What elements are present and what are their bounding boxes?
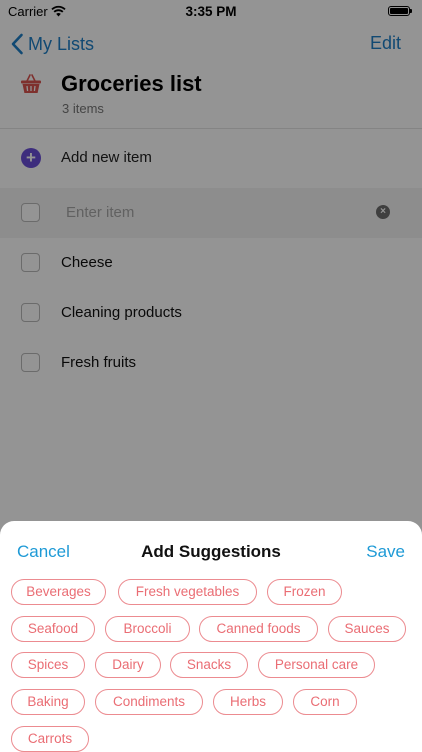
suggestions-sheet: Cancel Add Suggestions Save Beverages Fr… (0, 521, 422, 752)
suggestion-chip[interactable]: Snacks (170, 652, 248, 678)
suggestion-chip[interactable]: Canned foods (199, 616, 318, 642)
suggestion-chip[interactable]: Corn (293, 689, 357, 715)
suggestion-chip[interactable]: Herbs (213, 689, 283, 715)
suggestion-chip[interactable]: Broccoli (105, 616, 190, 642)
suggestion-chip[interactable]: Sauces (328, 616, 406, 642)
suggestion-chip[interactable]: Carrots (11, 726, 89, 752)
screen: Carrier 3:35 PM My Lists Edit Groceries … (0, 0, 422, 752)
save-button[interactable]: Save (366, 542, 405, 562)
suggestion-chip[interactable]: Dairy (95, 652, 161, 678)
suggestion-chip[interactable]: Baking (11, 689, 85, 715)
suggestion-chip[interactable]: Frozen (267, 579, 342, 605)
suggestion-chip[interactable]: Spices (11, 652, 85, 678)
suggestion-chip[interactable]: Fresh vegetables (118, 579, 257, 605)
suggestion-chip[interactable]: Beverages (11, 579, 106, 605)
sheet-title: Add Suggestions (141, 542, 281, 561)
suggestion-chip[interactable]: Personal care (258, 652, 375, 678)
suggestion-chip[interactable]: Seafood (11, 616, 95, 642)
suggestion-chip[interactable]: Condiments (95, 689, 203, 715)
